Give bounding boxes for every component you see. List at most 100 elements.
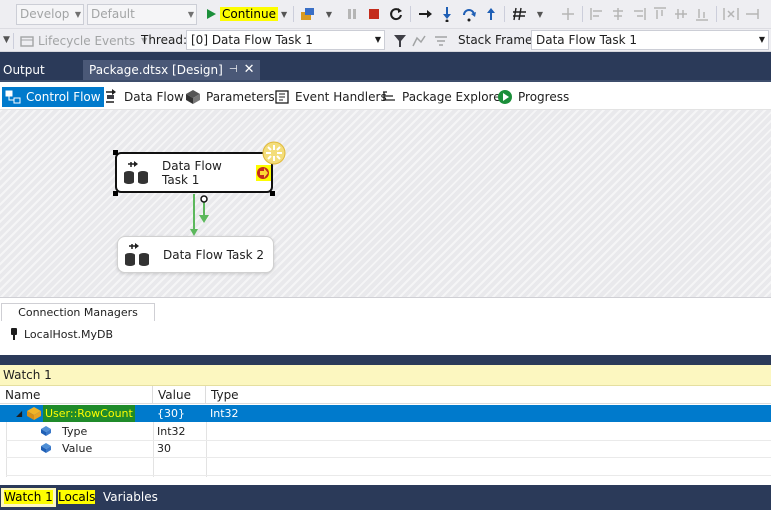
control-flow-icon — [5, 90, 21, 104]
align-middle-icon[interactable] — [672, 4, 690, 24]
task-label: Data Flow Task 1 — [162, 158, 222, 187]
watch-value[interactable]: {30} — [153, 405, 185, 422]
connection-manager-item[interactable]: LocalHost.MyDB — [9, 327, 113, 341]
tab-event-handlers[interactable]: Event Handlers — [271, 87, 390, 107]
watch-value[interactable]: 30 — [153, 440, 171, 457]
event-handlers-icon — [275, 90, 289, 104]
watch-value[interactable]: Int32 — [153, 423, 186, 440]
designer-tab-bar: Control Flow Data Flow Parameters Event … — [0, 80, 771, 110]
filter-threads-icon[interactable] — [433, 34, 449, 48]
tab-package-label: Package.dtsx [Design] — [89, 63, 223, 77]
close-icon[interactable]: ✕ — [244, 60, 255, 80]
watch-name: User::RowCount — [43, 405, 135, 422]
debug-toolbar: Develop ▼ Default ▼ Continue ▼ ▼ ▼ — [0, 0, 771, 29]
platform-value: Default — [91, 7, 135, 21]
align-right-icon[interactable] — [630, 4, 648, 24]
align-center-icon[interactable] — [609, 4, 627, 24]
chevron-down-icon: ▼ — [758, 35, 765, 44]
breakpoint-toggle-icon[interactable] — [559, 4, 577, 24]
package-explorer-icon — [383, 91, 395, 101]
selection-handle[interactable] — [113, 191, 118, 196]
pause-icon[interactable] — [343, 4, 361, 24]
align-left-icon[interactable] — [588, 4, 606, 24]
task-label: Data Flow Task 2 — [163, 247, 265, 262]
chevron-down-icon: ▼ — [280, 9, 288, 19]
tab-label: Watch 1 — [4, 490, 53, 504]
pin-icon[interactable]: ⊣ — [229, 60, 238, 80]
column-header-name[interactable]: Name — [0, 386, 153, 404]
thread-combo[interactable]: [0] Data Flow Task 1 ▼ — [186, 30, 385, 50]
watch-row[interactable]: ◢ User::RowCount {30} Int32 — [0, 405, 771, 422]
step-into-icon[interactable] — [438, 4, 456, 24]
platform-combo[interactable]: Default ▼ — [87, 4, 197, 25]
step-out-icon[interactable] — [482, 4, 500, 24]
tab-label: Control Flow — [26, 90, 101, 104]
pane-divider — [0, 355, 771, 365]
column-header-value[interactable]: Value — [153, 386, 206, 404]
make-same-width-icon[interactable] — [722, 4, 740, 24]
show-next-statement-icon[interactable] — [416, 4, 434, 24]
tab-progress[interactable]: Progress — [494, 87, 572, 107]
restart-icon[interactable] — [387, 4, 405, 24]
align-top-icon[interactable] — [651, 4, 669, 24]
column-header-type[interactable]: Type — [206, 386, 771, 404]
executing-task-icon — [262, 141, 286, 165]
toolbar-separator — [582, 6, 583, 22]
continue-button[interactable]: Continue ▼ — [205, 4, 287, 24]
selection-handle[interactable] — [113, 150, 118, 155]
tab-label: Locals — [58, 490, 96, 504]
connection-managers-tab[interactable]: Connection Managers — [1, 303, 155, 321]
solution-config-combo[interactable]: Develop ▼ — [16, 4, 84, 25]
progress-icon — [498, 90, 512, 104]
chevron-down-icon[interactable]: ▼ — [320, 4, 338, 24]
play-icon — [207, 9, 216, 19]
align-bottom-icon[interactable] — [693, 4, 711, 24]
chevron-down-icon[interactable]: ▼ — [3, 29, 10, 52]
grid-line — [6, 422, 7, 477]
chevron-down-icon: ▼ — [74, 10, 81, 19]
lifecycle-events-dropdown[interactable]: Lifecycle Events ▼ — [38, 29, 147, 52]
control-flow-canvas[interactable] — [0, 110, 771, 297]
tab-label: Package Explorer — [402, 90, 506, 104]
thread-value: [0] Data Flow Task 1 — [191, 33, 313, 47]
flag-threads-icon[interactable] — [411, 34, 427, 48]
make-same-height-icon[interactable] — [744, 4, 762, 24]
tab-parameters[interactable]: Parameters — [182, 87, 278, 107]
watch-row[interactable]: Value 30 — [0, 440, 771, 457]
precedence-constraint-arrow[interactable] — [185, 190, 215, 240]
debug-location-toolbar: ▼ Lifecycle Events ▼ Thread: [0] Data Fl… — [0, 29, 771, 52]
breakpoint-marker-icon[interactable] — [255, 164, 271, 181]
tab-output[interactable]: Output — [3, 60, 45, 80]
watch-name: Type — [62, 425, 88, 438]
tab-watch-1[interactable]: Watch 1 — [1, 488, 56, 507]
tab-label: Event Handlers — [295, 90, 387, 104]
data-flow-task-icon — [122, 160, 152, 185]
stack-frame-combo[interactable]: Data Flow Task 1 ▼ — [531, 30, 769, 50]
watch-row[interactable]: Type Int32 — [0, 423, 771, 440]
data-flow-task-1[interactable]: Data Flow Task 1 — [115, 152, 273, 193]
chevron-down-icon[interactable]: ▼ — [531, 4, 549, 24]
tab-control-flow[interactable]: Control Flow — [2, 87, 104, 107]
toolbar-separator — [410, 6, 411, 22]
stack-frame-label: Stack Frame: — [458, 33, 537, 47]
tab-label: Parameters — [206, 90, 275, 104]
tab-locals[interactable]: Locals — [55, 488, 98, 507]
tab-package-explorer[interactable]: Package Explorer — [378, 87, 509, 107]
watch-window-title: Watch 1 — [0, 365, 771, 386]
step-over-icon[interactable] — [460, 4, 478, 24]
tab-variables[interactable]: Variables — [100, 488, 161, 507]
parameters-icon — [186, 90, 200, 104]
selection-handle[interactable] — [270, 191, 275, 196]
tab-package-design[interactable]: Package.dtsx [Design] ⊣ ✕ — [83, 60, 261, 80]
data-flow-icon — [106, 89, 116, 103]
data-flow-task-icon — [123, 242, 153, 267]
solution-config-value: Develop — [20, 7, 70, 21]
tab-label: Progress — [518, 90, 570, 104]
collapse-arrow-icon[interactable]: ◢ — [12, 405, 22, 422]
data-flow-task-2[interactable]: Data Flow Task 2 — [117, 236, 274, 273]
hex-display-icon[interactable] — [511, 4, 529, 24]
stop-icon[interactable] — [365, 4, 383, 24]
attach-process-icon[interactable] — [299, 4, 317, 24]
tab-data-flow[interactable]: Data Flow — [100, 87, 187, 107]
filter-icon[interactable] — [393, 34, 407, 48]
